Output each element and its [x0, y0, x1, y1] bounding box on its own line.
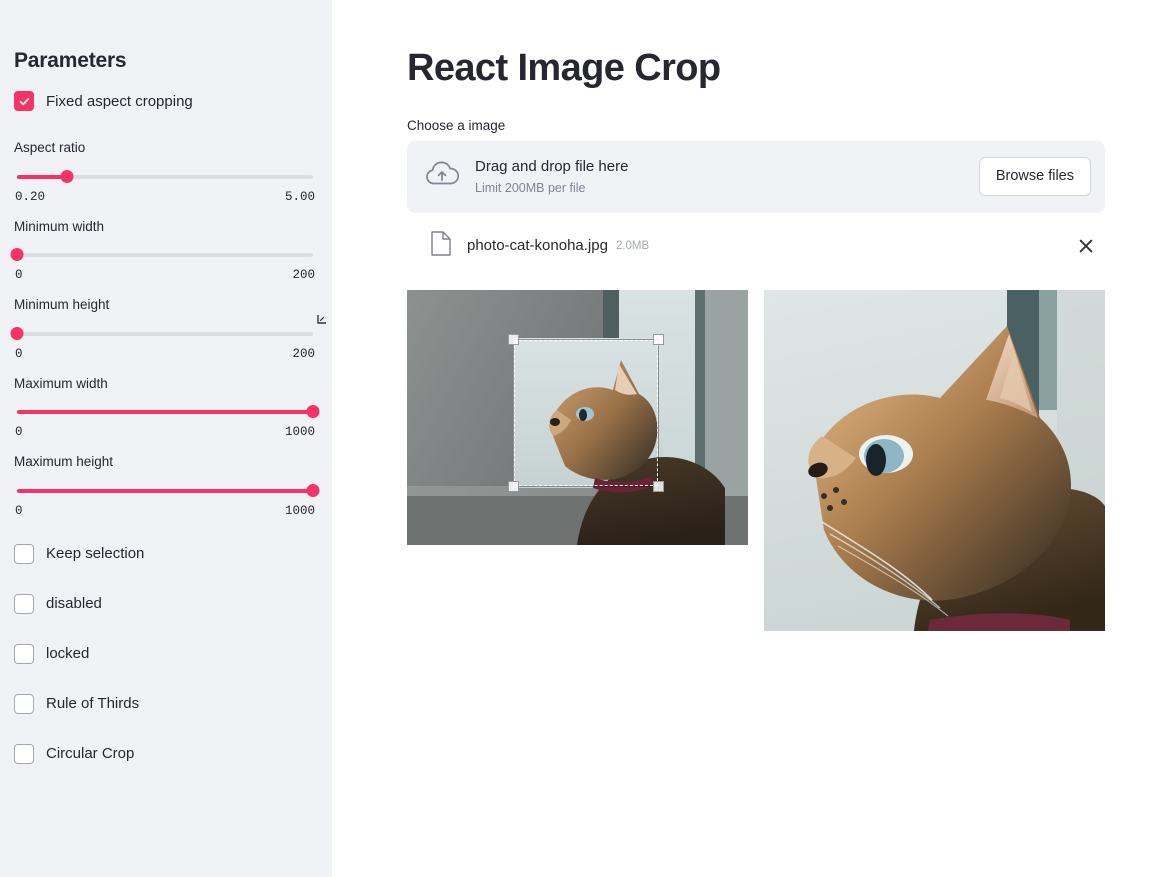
- checkbox-locked[interactable]: locked: [14, 640, 316, 668]
- checkbox-label: Fixed aspect cropping: [46, 91, 193, 112]
- slider-maximum-width[interactable]: Maximum width 0 1000: [14, 375, 316, 440]
- crop-selection[interactable]: [514, 340, 658, 486]
- slider-thumb[interactable]: [61, 170, 74, 183]
- sidebar-resize-handle-icon[interactable]: [317, 311, 327, 321]
- checkbox-unchecked-icon[interactable]: [14, 544, 34, 564]
- file-name: photo-cat-konoha.jpg: [467, 237, 608, 254]
- slider-label: Maximum width: [14, 375, 316, 393]
- crop-handle-ne-icon[interactable]: [653, 334, 664, 345]
- slider-fill: [17, 175, 67, 179]
- uploader-label: Choose a image: [407, 118, 1105, 133]
- slider-track[interactable]: [17, 488, 313, 494]
- main-content: React Image Crop Choose a image Drag and…: [332, 0, 1169, 877]
- checkbox-label: Keep selection: [46, 543, 144, 564]
- images-row: [407, 290, 1105, 631]
- file-size: 2.0MB: [616, 240, 649, 252]
- crop-selection-border: [514, 340, 658, 486]
- checkbox-keep-selection[interactable]: Keep selection: [14, 540, 316, 568]
- app-root: Parameters Fixed aspect cropping Aspect …: [0, 0, 1169, 877]
- slider-min-value: 0.20: [15, 190, 45, 204]
- file-icon: [431, 231, 451, 261]
- file-dropzone[interactable]: Drag and drop file here Limit 200MB per …: [407, 141, 1105, 213]
- checkbox-unchecked-icon[interactable]: [14, 594, 34, 614]
- close-icon[interactable]: [1075, 235, 1097, 257]
- slider-fill: [17, 489, 313, 493]
- slider-label: Maximum height: [14, 453, 316, 471]
- slider-thumb[interactable]: [307, 484, 320, 497]
- preview-image: [764, 290, 1105, 631]
- sidebar-title: Parameters: [14, 48, 316, 73]
- slider-max-value: 200: [292, 347, 315, 361]
- checkbox-disabled[interactable]: disabled: [14, 590, 316, 618]
- crop-handle-nw-icon[interactable]: [508, 334, 519, 345]
- page-title: React Image Crop: [407, 46, 1105, 92]
- slider-track[interactable]: [17, 252, 313, 258]
- checkbox-unchecked-icon[interactable]: [14, 744, 34, 764]
- crop-preview: [764, 290, 1105, 631]
- slider-fill: [17, 410, 313, 414]
- sidebar: Parameters Fixed aspect cropping Aspect …: [0, 0, 332, 877]
- slider-thumb[interactable]: [11, 248, 24, 261]
- checkbox-checked-icon[interactable]: [14, 91, 34, 111]
- file-meta: photo-cat-konoha.jpg 2.0MB: [467, 237, 1059, 255]
- uploaded-file-row: photo-cat-konoha.jpg 2.0MB: [407, 219, 1105, 273]
- slider-minimum-width[interactable]: Minimum width 0 200: [14, 218, 316, 283]
- checkbox-label: locked: [46, 643, 89, 664]
- slider-maximum-height[interactable]: Maximum height 0 1000: [14, 453, 316, 518]
- slider-min-value: 0: [15, 425, 23, 439]
- slider-track[interactable]: [17, 331, 313, 337]
- slider-label: Aspect ratio: [14, 139, 316, 157]
- slider-min-value: 0: [15, 504, 23, 518]
- checkbox-label: disabled: [46, 593, 102, 614]
- slider-track[interactable]: [17, 409, 313, 415]
- slider-thumb[interactable]: [307, 405, 320, 418]
- checkbox-unchecked-icon[interactable]: [14, 694, 34, 714]
- slider-label: Minimum height: [14, 296, 316, 314]
- slider-label: Minimum width: [14, 218, 316, 236]
- crop-handle-se-icon[interactable]: [653, 481, 664, 492]
- slider-thumb[interactable]: [11, 327, 24, 340]
- checkbox-rule-of-thirds[interactable]: Rule of Thirds: [14, 690, 316, 718]
- slider-max-value: 1000: [285, 504, 315, 518]
- dropzone-primary-text: Drag and drop file here: [475, 157, 963, 177]
- browse-files-button[interactable]: Browse files: [979, 157, 1091, 195]
- slider-max-value: 5.00: [285, 190, 315, 204]
- slider-rail: [17, 332, 313, 336]
- slider-track[interactable]: [17, 174, 313, 180]
- slider-range: 0 1000: [14, 504, 316, 518]
- checkbox-unchecked-icon[interactable]: [14, 644, 34, 664]
- slider-max-value: 200: [292, 268, 315, 282]
- checkbox-label: Circular Crop: [46, 743, 134, 764]
- checkbox-fixed-aspect-cropping[interactable]: Fixed aspect cropping: [14, 87, 316, 115]
- crop-handle-sw-icon[interactable]: [508, 481, 519, 492]
- slider-min-value: 0: [15, 347, 23, 361]
- slider-min-value: 0: [15, 268, 23, 282]
- crop-editor[interactable]: [407, 290, 748, 545]
- slider-range: 0 200: [14, 347, 316, 361]
- slider-max-value: 1000: [285, 425, 315, 439]
- cloud-upload-icon: [425, 160, 459, 193]
- dropzone-limit-text: Limit 200MB per file: [475, 180, 963, 196]
- slider-range: 0.20 5.00: [14, 190, 316, 204]
- dropzone-text: Drag and drop file here Limit 200MB per …: [475, 157, 963, 196]
- slider-range: 0 200: [14, 268, 316, 282]
- slider-rail: [17, 253, 313, 257]
- checkbox-circular-crop[interactable]: Circular Crop: [14, 740, 316, 768]
- slider-minimum-height[interactable]: Minimum height 0 200: [14, 296, 316, 361]
- slider-aspect-ratio[interactable]: Aspect ratio 0.20 5.00: [14, 139, 316, 204]
- checkbox-label: Rule of Thirds: [46, 693, 139, 714]
- slider-range: 0 1000: [14, 425, 316, 439]
